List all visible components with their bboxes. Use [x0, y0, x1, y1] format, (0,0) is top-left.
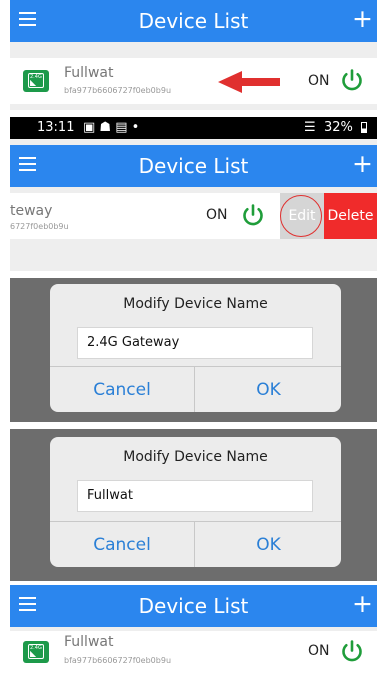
- hamburger-menu-icon[interactable]: [19, 597, 36, 611]
- modify-name-dialog: Modify Device Name Fullwat Cancel OK: [50, 437, 341, 567]
- cancel-button[interactable]: Cancel: [50, 522, 195, 567]
- battery-icon: [361, 122, 367, 133]
- device-state: ON: [308, 73, 330, 89]
- battery-level: 32%: [324, 120, 353, 135]
- panel-device-list-1: Device List + 2.4G ◣ Fullwat bfa977b66067…: [10, 0, 377, 110]
- app-bar-title: Device List: [138, 154, 249, 178]
- delete-label: Delete: [327, 208, 374, 224]
- device-state: ON: [206, 207, 228, 223]
- hamburger-menu-icon[interactable]: [19, 12, 36, 26]
- dialog-buttons: Cancel OK: [50, 521, 341, 567]
- notification-icons: ▣ ☗ ▤ •: [83, 120, 140, 135]
- device-row[interactable]: 2.4G ◣ Fullwat bfa977b6606727f0eb0b9u ON: [10, 631, 377, 677]
- panel-modify-dialog-1: Modify Device Name 2.4G Gateway Cancel O…: [10, 278, 377, 422]
- app-bar: Device List +: [10, 0, 377, 42]
- gateway-icon: 2.4G ◣: [23, 70, 49, 92]
- hamburger-menu-icon[interactable]: [19, 157, 36, 171]
- delete-button[interactable]: Delete: [324, 193, 377, 239]
- app-bar: Device List +: [10, 585, 377, 627]
- add-device-icon[interactable]: +: [352, 588, 373, 620]
- status-time: 13:11: [37, 120, 75, 135]
- add-device-icon[interactable]: +: [352, 148, 373, 180]
- panel-modify-dialog-2: Modify Device Name Fullwat Cancel OK: [10, 429, 377, 581]
- panel-divider: [0, 271, 379, 278]
- panel-divider: [0, 110, 379, 117]
- power-icon[interactable]: [241, 203, 265, 227]
- add-device-icon[interactable]: +: [352, 3, 373, 35]
- cancel-button[interactable]: Cancel: [50, 367, 195, 412]
- device-id: bfa977b6606727f0eb0b9u: [64, 656, 172, 665]
- ok-button[interactable]: OK: [196, 522, 341, 567]
- panel-device-list-3: Device List + 2.4G ◣ Fullwat bfa977b66067…: [10, 585, 377, 677]
- power-icon[interactable]: [340, 68, 364, 92]
- dialog-buttons: Cancel OK: [50, 366, 341, 412]
- power-icon[interactable]: [340, 639, 364, 663]
- edit-highlight-circle: [280, 195, 322, 237]
- app-bar-title: Device List: [138, 9, 249, 33]
- device-row-swiped[interactable]: teway 6727f0eb0b9u ON Edit Delete: [10, 193, 377, 239]
- app-bar-title: Device List: [138, 594, 249, 618]
- dialog-title: Modify Device Name: [123, 296, 268, 312]
- device-row[interactable]: 2.4G ◣ Fullwat bfa977b6606727f0eb0b9u ON: [10, 58, 377, 104]
- dialog-title: Modify Device Name: [123, 449, 268, 465]
- device-name: Fullwat: [64, 634, 114, 650]
- ok-button[interactable]: OK: [196, 367, 341, 412]
- status-bar: 13:11 ▣ ☗ ▤ • ☰ 32%: [10, 117, 377, 139]
- device-name-input[interactable]: 2.4G Gateway: [77, 327, 313, 359]
- gateway-icon: 2.4G ◣: [23, 641, 49, 663]
- device-name-input[interactable]: Fullwat: [77, 480, 313, 512]
- device-id: 6727f0eb0b9u: [10, 222, 69, 231]
- arrow-left-icon: [218, 71, 280, 93]
- app-bar: Device List +: [10, 145, 377, 187]
- panel-divider: [0, 422, 379, 429]
- device-name: teway: [10, 203, 53, 219]
- device-name: Fullwat: [64, 65, 114, 81]
- signal-icon: ☰: [304, 120, 316, 135]
- panel-device-list-2: 13:11 ▣ ☗ ▤ • ☰ 32% Device List + teway …: [10, 117, 377, 271]
- modify-name-dialog: Modify Device Name 2.4G Gateway Cancel O…: [50, 284, 341, 412]
- device-id: bfa977b6606727f0eb0b9u: [64, 86, 172, 95]
- device-state: ON: [308, 643, 330, 659]
